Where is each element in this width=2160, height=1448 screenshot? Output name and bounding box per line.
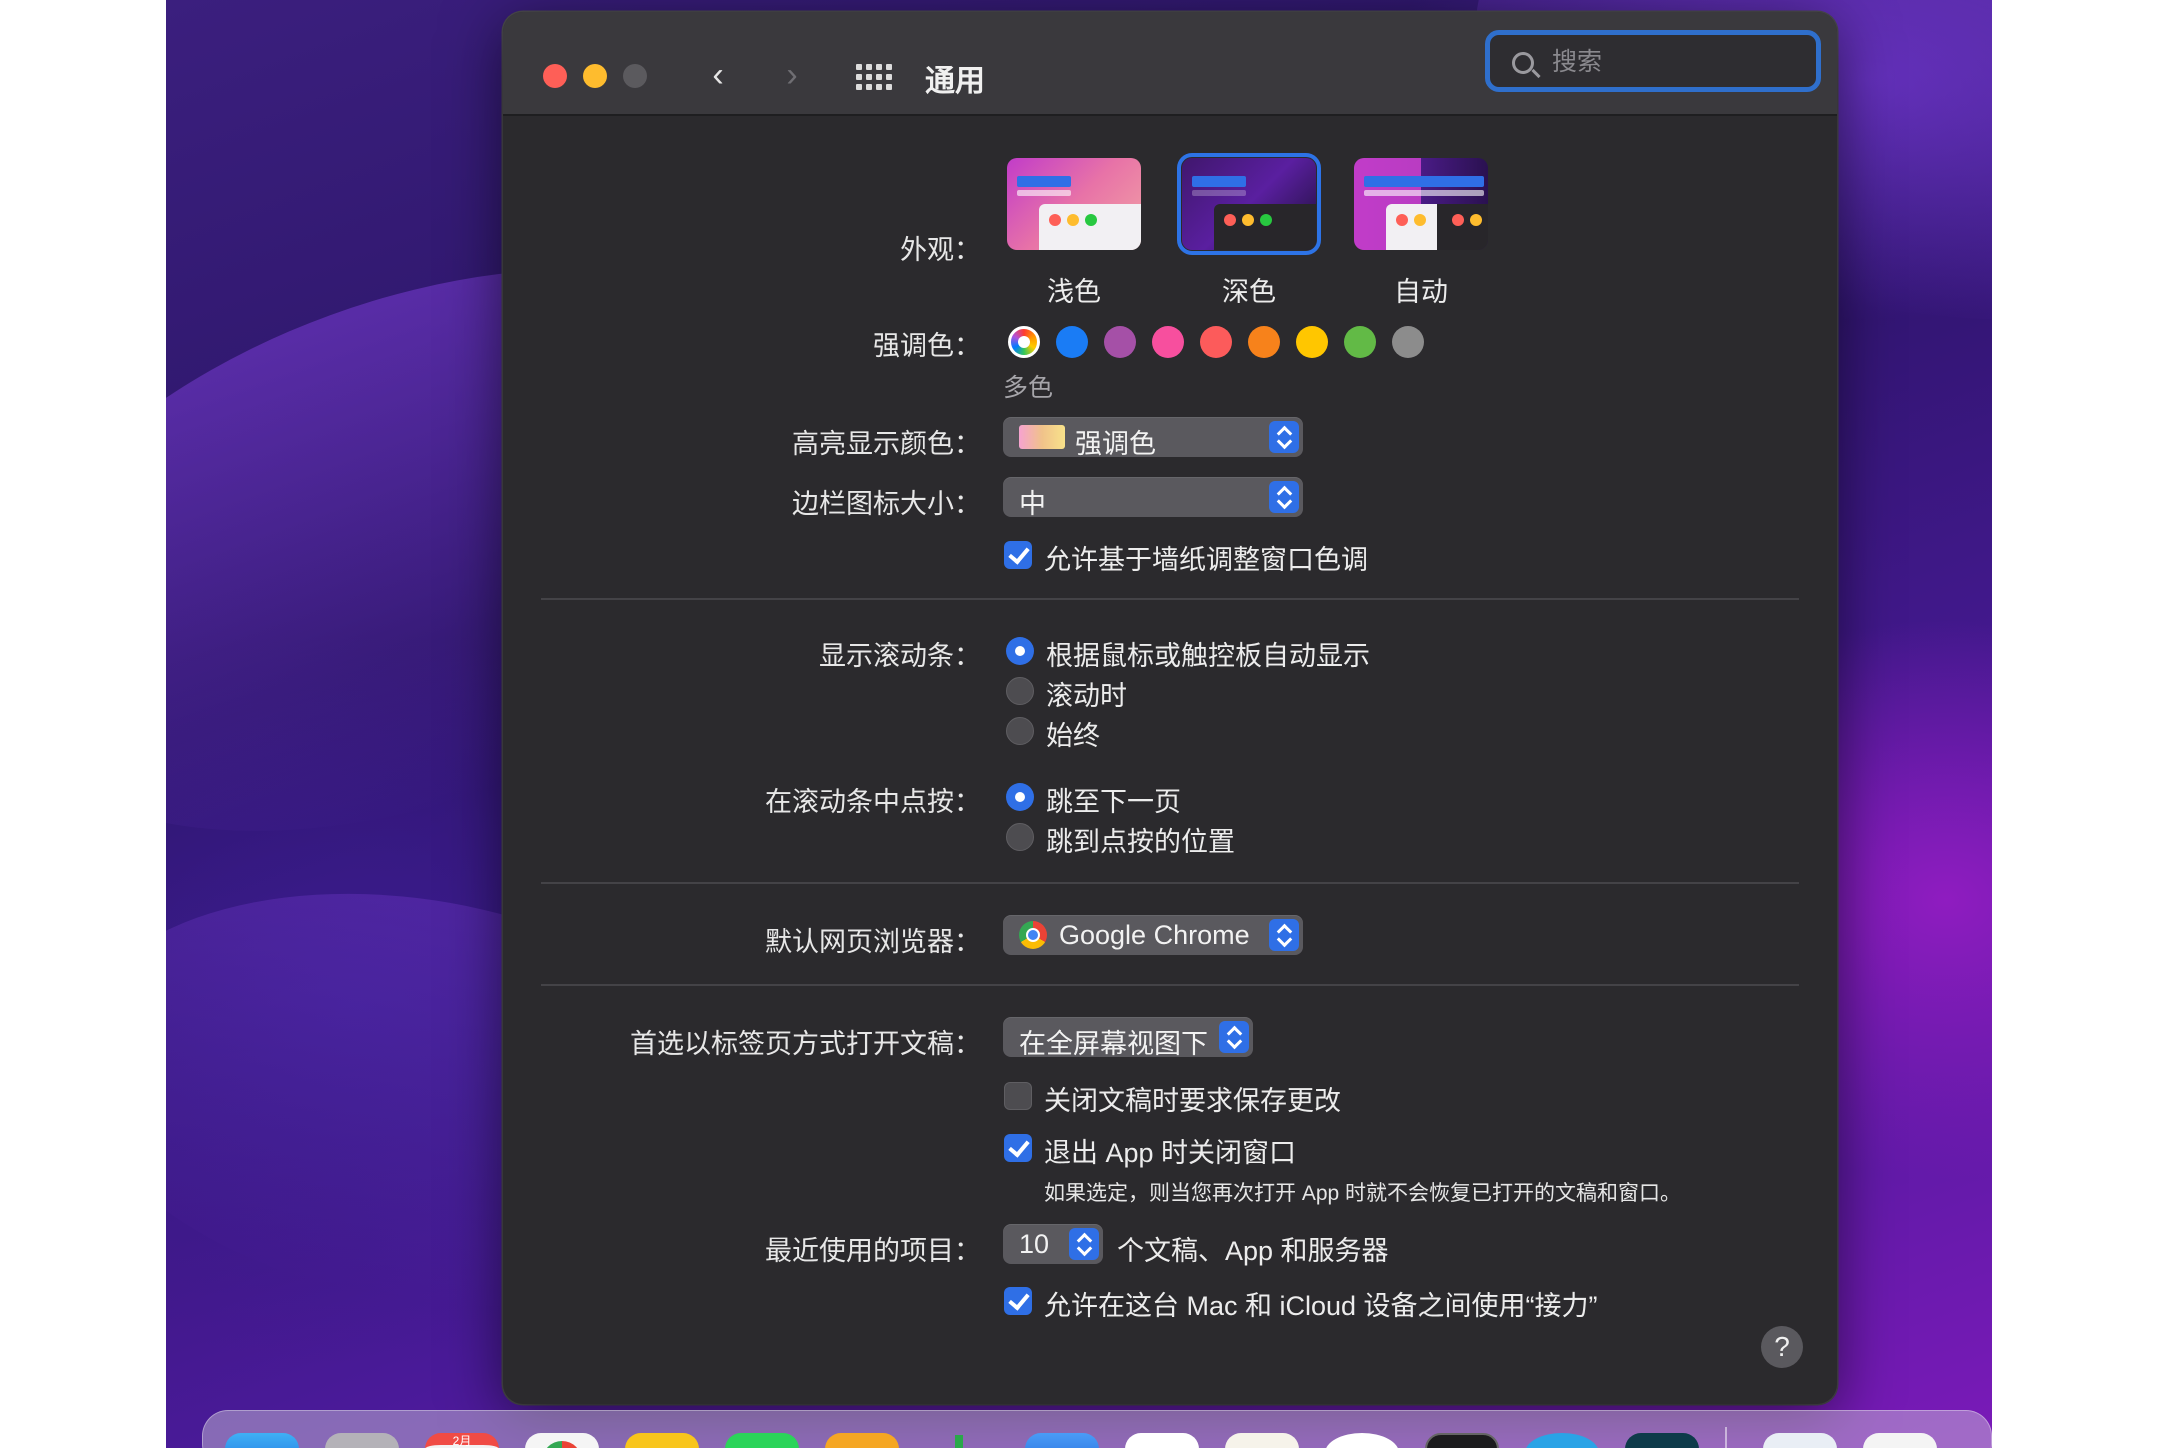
finder-dock-icon[interactable] (225, 1433, 299, 1448)
scroll-click-spot-label[interactable]: 跳到点按的位置 (1046, 820, 1235, 859)
appearance-auto-label[interactable]: 自动 (1354, 270, 1488, 309)
mail-dock-icon[interactable] (1025, 1433, 1099, 1448)
safari-dock-icon[interactable] (1325, 1433, 1399, 1448)
search-input[interactable] (1552, 45, 1792, 79)
accent-swatch-yellow[interactable] (1296, 326, 1328, 358)
highlight-color-value: 强调色 (1075, 429, 1156, 459)
scrollbars-when-scrolling-radio[interactable] (1006, 677, 1034, 705)
accent-selected-name: 多色 (1003, 374, 1054, 402)
document-dock-icon[interactable] (1863, 1433, 1937, 1448)
app-dock-icon[interactable] (1625, 1433, 1699, 1448)
handoff-label[interactable]: 允许在这台 Mac 和 iCloud 设备之间使用“接力” (1044, 1284, 1598, 1323)
zoom-button[interactable] (623, 64, 647, 88)
scrollbars-when-scrolling-label[interactable]: 滚动时 (1046, 674, 1127, 713)
scroll-click-next-page-label[interactable]: 跳至下一页 (1046, 780, 1181, 819)
handoff-checkbox[interactable] (1004, 1287, 1032, 1315)
accent-color-label: 强调色： (873, 331, 981, 361)
sidebar-icon-size-select[interactable]: 中 (1003, 477, 1303, 519)
accent-swatch-orange[interactable] (1248, 326, 1280, 358)
chrome-dock-icon[interactable] (525, 1433, 599, 1448)
pages-dock-icon[interactable] (825, 1433, 899, 1448)
close-windows-label[interactable]: 退出 App 时关闭窗口 (1044, 1131, 1296, 1170)
photos-dock-icon[interactable] (1125, 1433, 1199, 1448)
accent-swatch-green[interactable] (1344, 326, 1376, 358)
prefer-tabs-label: 首选以标签页方式打开文稿： (630, 1029, 981, 1059)
accent-swatch-red[interactable] (1200, 326, 1232, 358)
numbers-dock-icon[interactable] (925, 1433, 999, 1448)
recent-items-suffix: 个文稿、App 和服务器 (1117, 1236, 1389, 1266)
help-button[interactable]: ? (1761, 1326, 1803, 1368)
appearance-light-thumbnail[interactable] (1007, 158, 1141, 250)
scroll-click-spot-radio[interactable] (1006, 823, 1034, 851)
appearance-dark-label[interactable]: 深色 (1182, 270, 1316, 309)
default-browser-value: Google Chrome (1059, 920, 1250, 950)
dock-separator (1725, 1427, 1727, 1448)
appearance-light-label[interactable]: 浅色 (1007, 270, 1141, 309)
messages-dock-icon[interactable] (725, 1433, 799, 1448)
search-field[interactable] (1485, 30, 1821, 92)
chevron-right-icon[interactable]: › (777, 54, 807, 96)
accent-swatch-graphite[interactable] (1392, 326, 1424, 358)
default-browser-label: 默认网页浏览器： (765, 927, 981, 957)
sidebar-icon-size-label: 边栏图标大小： (792, 489, 981, 519)
launchpad-dock-icon[interactable] (325, 1433, 399, 1448)
ask-save-checkbox[interactable] (1004, 1082, 1032, 1110)
accent-swatch-multicolor[interactable] (1008, 326, 1040, 358)
accent-swatch-pink[interactable] (1152, 326, 1184, 358)
chevron-left-icon[interactable]: ‹ (703, 54, 733, 96)
chrome-icon (1019, 921, 1047, 949)
window-title: 通用 (925, 65, 985, 98)
notes-dock-icon[interactable] (625, 1433, 699, 1448)
show-all-grid-icon[interactable] (856, 64, 892, 90)
downloads-dock-icon[interactable] (1763, 1433, 1837, 1448)
scrollbars-always-radio[interactable] (1006, 717, 1034, 745)
reminders-dock-icon[interactable] (1225, 1433, 1299, 1448)
chevron-updown-icon (1219, 1021, 1249, 1053)
prefer-tabs-value: 在全屏幕视图下 (1019, 1029, 1208, 1059)
close-button[interactable] (543, 64, 567, 88)
appearance-dark-thumbnail[interactable] (1177, 153, 1321, 255)
appearance-label: 外观： (900, 235, 981, 265)
highlight-swatch-icon (1019, 425, 1065, 449)
wallpaper-tint-label[interactable]: 允许基于墙纸调整窗口色调 (1044, 538, 1368, 577)
telegram-dock-icon[interactable] (1525, 1433, 1599, 1448)
scrollbars-always-label[interactable]: 始终 (1046, 714, 1100, 753)
calendar-month: 2月 (452, 1434, 472, 1448)
recent-items-label: 最近使用的项目： (765, 1236, 981, 1266)
search-icon (1512, 52, 1534, 74)
close-windows-note: 如果选定，则当您再次打开 App 时就不会恢复已打开的文稿和窗口。 (1044, 1182, 1682, 1205)
sidebar-icon-size-value: 中 (1019, 489, 1046, 519)
chevron-updown-icon (1069, 1228, 1099, 1260)
show-scrollbars-label: 显示滚动条： (819, 641, 981, 671)
minimize-button[interactable] (583, 64, 607, 88)
highlight-color-label: 高亮显示颜色： (792, 429, 981, 459)
appearance-auto-thumbnail[interactable] (1354, 158, 1488, 250)
terminal-dock-icon[interactable] (1425, 1433, 1499, 1448)
chevron-updown-icon (1269, 481, 1299, 513)
divider (541, 598, 1799, 600)
wallpaper-tint-checkbox[interactable] (1004, 541, 1032, 569)
accent-swatch-blue[interactable] (1056, 326, 1088, 358)
recent-items-value: 10 (1019, 1229, 1050, 1259)
divider (541, 984, 1799, 986)
default-browser-select[interactable]: Google Chrome (1003, 915, 1303, 955)
highlight-color-select[interactable]: 强调色 (1003, 417, 1303, 459)
click-scrollbar-label: 在滚动条中点按： (765, 787, 981, 817)
system-preferences-window: ‹ › 通用 外观： (503, 12, 1837, 1404)
divider (541, 882, 1799, 884)
scrollbars-auto-radio[interactable] (1006, 637, 1034, 665)
title-bar: ‹ › 通用 (503, 12, 1837, 116)
close-windows-checkbox[interactable] (1004, 1134, 1032, 1162)
chevron-updown-icon (1269, 421, 1299, 453)
dock: 2月 (202, 1410, 1992, 1448)
calendar-dock-icon[interactable]: 2月 (425, 1433, 499, 1448)
accent-swatch-purple[interactable] (1104, 326, 1136, 358)
scroll-click-next-page-radio[interactable] (1006, 783, 1034, 811)
recent-items-select[interactable]: 10 (1003, 1224, 1103, 1264)
chevron-updown-icon (1269, 919, 1299, 951)
prefer-tabs-select[interactable]: 在全屏幕视图下 (1003, 1017, 1253, 1059)
scrollbars-auto-label[interactable]: 根据鼠标或触控板自动显示 (1046, 634, 1370, 673)
ask-save-label[interactable]: 关闭文稿时要求保存更改 (1044, 1079, 1341, 1118)
